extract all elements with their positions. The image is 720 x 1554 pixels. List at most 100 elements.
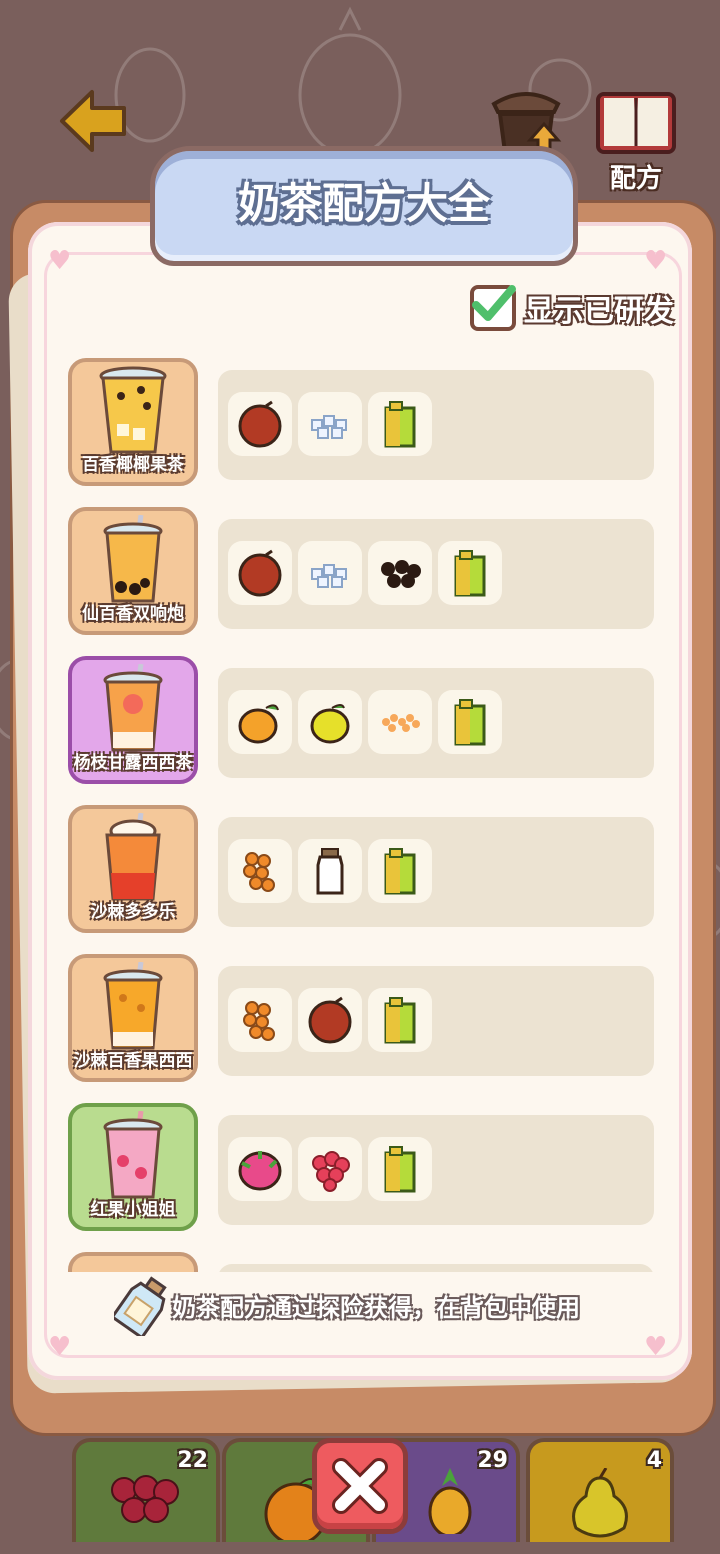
recipe-row[interactable]: 仙百香双响炮 [66,503,656,637]
ingredient-panel [218,817,654,927]
recipe-name: 沙棘百香果西西 [73,1051,193,1071]
ingredient-slot [298,541,362,605]
drink-cup-icon [103,664,163,752]
sago-icon [382,714,420,732]
close-button[interactable] [312,1438,408,1534]
ingredient-panel [218,1115,654,1225]
ingredient-slot [368,839,432,903]
recipe-book-button[interactable]: 配方 [594,84,678,194]
grape-icon [111,1475,179,1523]
close-icon [332,1458,388,1514]
ingredient-slot [298,839,362,903]
ingredient-slot [438,541,502,605]
page-title: 奶茶配方大全 [237,179,490,228]
recipe-thumbnail[interactable]: 仙百香双响炮 [68,507,198,635]
recipe-name: 红果小姐姐 [90,1200,176,1220]
sea-buckthorn-icon [243,852,275,892]
recipe-name: 百香椰椰果茶 [82,455,184,475]
ingredient-slot [228,988,292,1052]
recipe-label: 配方 [609,164,662,194]
coconut-jelly-icon [311,415,347,439]
ingredient-slot [368,1137,432,1201]
inventory-slot[interactable]: 22 [72,1438,220,1542]
juice-box-icon [384,1146,416,1193]
ingredient-slot [228,541,292,605]
ingredient-panel [218,370,654,480]
recipe-row[interactable]: 百香椰椰果茶 [66,354,656,488]
recipe-thumbnail[interactable]: 红果小姐姐 [68,1103,198,1231]
back-button[interactable] [58,86,128,156]
recipe-name: 杨枝甘露西西茶 [73,753,193,773]
recipe-thumbnail[interactable]: 沙棘多多乐 [68,805,198,933]
tapioca-pearls-icon [381,560,421,588]
recipe-row[interactable] [66,1248,656,1272]
drink-cup-icon [103,1111,163,1199]
ingredient-slot [298,988,362,1052]
drink-cup-icon [103,962,163,1050]
dragon-fruit-icon [238,1151,282,1191]
drink-cup-icon [105,813,161,901]
raspberry-icon [312,1151,350,1192]
recipe-name: 沙棘多多乐 [90,902,176,922]
recipe-list[interactable]: 百香椰椰果茶 仙百香双响炮 杨枝甘露西西茶 沙棘多多乐 沙棘百香果西西 红果小姐… [66,350,656,1272]
milk-bottle-icon [316,848,344,895]
show-developed-label: 显示已研发 [524,294,674,329]
checkmark-icon [472,285,516,321]
inventory-slot[interactable]: 4 [526,1438,674,1542]
ingredient-slot [368,988,432,1052]
mango-icon [238,704,279,744]
recipe-row[interactable]: 沙棘百香果西西 [66,950,656,1084]
ingredient-slot [368,541,432,605]
heart-icon: ♥ [48,246,72,276]
recipe-thumbnail[interactable] [68,1252,198,1272]
recipe-name: 仙百香双响炮 [82,604,184,624]
lemon-icon [310,704,350,744]
recipe-thumbnail[interactable]: 杨枝甘露西西茶 [68,656,198,784]
juice-box-icon [384,848,416,895]
ingredient-panel [218,1264,654,1272]
show-developed-checkbox[interactable] [470,285,516,331]
recipe-thumbnail[interactable]: 沙棘百香果西西 [68,954,198,1082]
passion-fruit-icon [238,549,282,597]
inventory-count: 29 [477,1448,508,1473]
passion-fruit-icon [238,400,282,448]
heart-icon: ♥ [644,1332,668,1362]
pineapple-icon [428,1468,472,1534]
inventory-count: 4 [646,1448,662,1473]
hint-text: 奶茶配方通过探险获得，在背包中使用 [172,1294,580,1322]
ingredient-panel [218,519,654,629]
drink-cup-icon [103,515,163,603]
recipe-row[interactable]: 沙棘多多乐 [66,801,656,935]
pear-icon [572,1468,628,1538]
sea-buckthorn-icon [243,1001,275,1041]
ingredient-slot [298,690,362,754]
back-arrow-icon [60,90,126,152]
ingredient-panel [218,966,654,1076]
message-bottle-icon [114,1276,167,1336]
ingredient-slot [368,392,432,456]
passion-fruit-icon [308,996,352,1044]
show-developed-toggle[interactable]: 显示已研发 [470,285,674,331]
recipe-row[interactable]: 红果小姐姐 [66,1099,656,1233]
ingredient-slot [298,392,362,456]
juice-box-icon [384,401,416,448]
inventory-count: 22 [177,1448,208,1473]
book-icon [596,92,676,154]
ingredient-slot [438,690,502,754]
ingredient-slot [228,839,292,903]
ingredient-slot [228,690,292,754]
ingredient-slot [298,1137,362,1201]
recipe-row[interactable]: 杨枝甘露西西茶 [66,652,656,786]
heart-icon: ♥ [644,246,668,276]
hint-banner: 奶茶配方通过探险获得，在背包中使用 [110,1276,630,1336]
ingredient-slot [228,1137,292,1201]
juice-box-icon [454,550,486,597]
recipe-thumbnail[interactable]: 百香椰椰果茶 [68,358,198,486]
coconut-jelly-icon [311,564,347,588]
ingredient-slot [228,392,292,456]
ingredient-panel [218,668,654,778]
drink-cup-icon [99,366,167,454]
heart-icon: ♥ [48,1332,72,1362]
juice-box-icon [384,997,416,1044]
ingredient-slot [368,690,432,754]
